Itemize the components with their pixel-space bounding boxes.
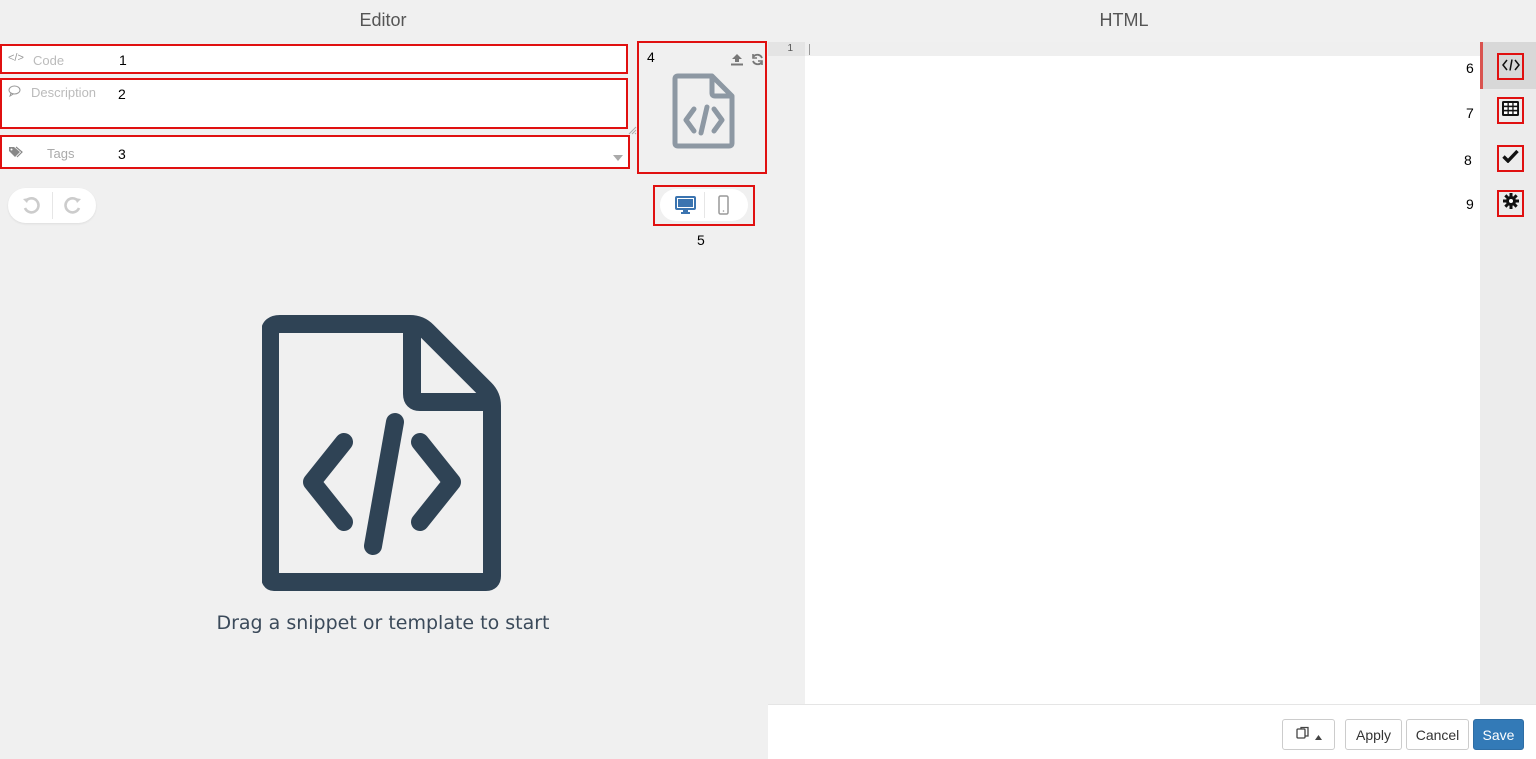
active-line [805,42,1480,56]
divider [52,192,53,219]
line-number: 1 [768,42,805,56]
undo-icon[interactable] [22,197,40,220]
line-number-gutter [768,42,805,704]
annotation-7: 7 [1466,105,1474,121]
check-icon [1502,149,1519,168]
annotation-4: 4 [647,49,655,65]
description-field[interactable]: Description 2 [0,78,628,129]
empty-code-file-icon [261,314,502,597]
code-panel-title: HTML [1099,10,1149,30]
refresh-icon[interactable] [751,53,764,71]
code-icon: </> [8,52,24,64]
code-placeholder: Code [33,53,65,68]
save-button[interactable]: Save [1473,719,1524,750]
annotation-8: 8 [1464,152,1472,168]
code-sidebar [1480,42,1536,704]
thumbnail-box[interactable]: 4 [637,41,767,174]
comment-icon [8,85,21,100]
code-editor[interactable] [805,42,1480,704]
upload-icon[interactable] [730,53,744,71]
copy-dropdown-button[interactable] [1282,719,1335,750]
empty-state-message: Drag a snippet or template to start [216,612,550,634]
redo-icon[interactable] [64,197,82,220]
cancel-button[interactable]: Cancel [1406,719,1469,750]
annotation-1: 1 [119,52,127,68]
code-field[interactable]: </> Code 1 [0,44,628,74]
tags-select[interactable]: Tags 3 [0,135,630,169]
apply-button[interactable]: Apply [1345,719,1402,750]
annotation-2: 2 [118,86,126,102]
mobile-icon[interactable] [718,195,729,220]
code-icon [1501,58,1520,76]
tags-placeholder: Tags [47,146,75,161]
gear-icon [1502,193,1519,214]
divider [704,192,705,218]
desktop-icon[interactable] [675,196,696,220]
code-file-icon [672,73,736,154]
description-placeholder: Description [31,85,97,100]
sidebar-item-grid[interactable] [1497,97,1524,124]
device-toggle [660,189,748,221]
text-cursor [809,44,810,55]
annotation-9: 9 [1466,196,1474,212]
chevron-down-icon [613,148,623,166]
tags-icon [8,146,24,161]
editor-title: Editor [359,10,407,30]
grid-icon [1502,100,1519,121]
sidebar-item-settings[interactable] [1497,190,1524,217]
caret-up-icon [1314,727,1322,743]
undo-redo-group [8,188,96,223]
annotation-6: 6 [1466,60,1474,76]
sidebar-item-validate[interactable] [1497,145,1524,172]
copy-icon [1295,726,1311,743]
sidebar-item-code[interactable] [1497,53,1524,80]
resize-handle-icon[interactable] [627,122,637,135]
annotation-5: 5 [697,232,705,248]
annotation-3: 3 [118,146,126,162]
